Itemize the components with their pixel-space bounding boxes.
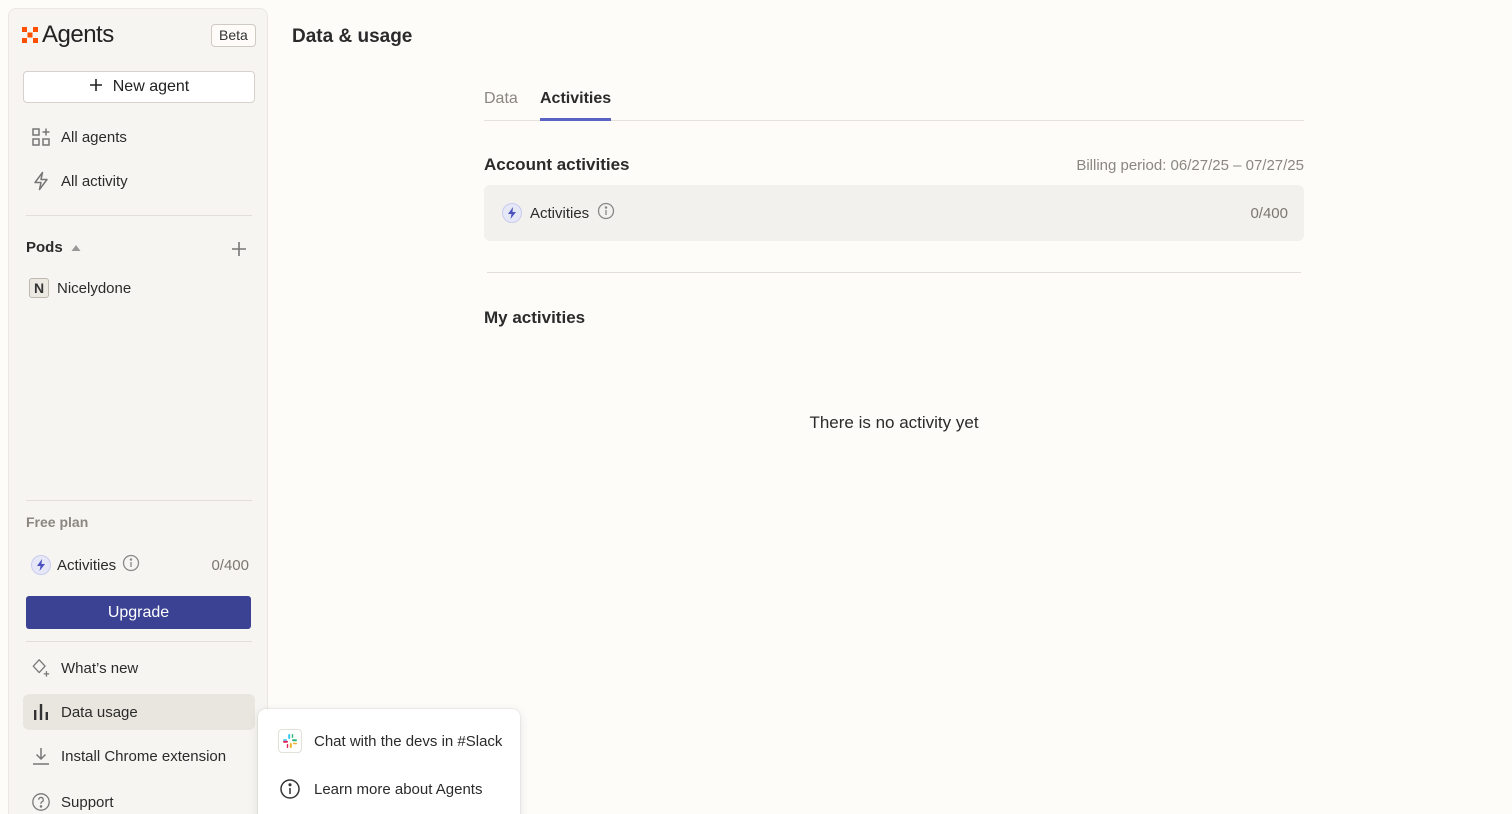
grid-icon (31, 127, 51, 147)
activities-bolt-icon (502, 203, 522, 223)
sidebar-item-whats-new[interactable]: What’s new (23, 650, 255, 686)
info-icon[interactable] (122, 554, 140, 576)
support-menu-popup: Chat with the devs in #Slack Learn more … (258, 709, 520, 814)
plan-title: Free plan (26, 514, 89, 530)
menu-item-slack[interactable]: Chat with the devs in #Slack (278, 729, 502, 753)
sidebar-item-label: Support (61, 793, 114, 811)
menu-item-label: Learn more about Agents (314, 780, 483, 798)
new-agent-button[interactable]: New agent (23, 71, 255, 103)
pod-item-nicelydone[interactable]: N Nicelydone (27, 270, 259, 306)
account-activities-card: Activities 0/400 (484, 185, 1304, 241)
sidebar-item-support[interactable]: Support (23, 784, 255, 814)
caret-up-icon (71, 239, 81, 256)
content-divider (487, 272, 1301, 273)
sidebar-item-label: What’s new (61, 659, 139, 677)
plus-icon (89, 78, 103, 97)
my-activities-title: My activities (484, 308, 586, 327)
menu-item-label: Chat with the devs in #Slack (314, 732, 503, 750)
sidebar-item-label: Data usage (61, 703, 138, 721)
app-logo[interactable]: Agents (22, 21, 114, 49)
empty-state-text: There is no activity yet (809, 413, 979, 432)
sidebar-divider (26, 641, 252, 642)
sidebar-item-data-usage[interactable]: Data usage (23, 694, 255, 730)
sidebar: Agents Beta New agent All agents All act… (8, 8, 268, 814)
account-activities-count: 0/400 (1250, 204, 1288, 222)
pod-avatar: N (29, 278, 49, 298)
sidebar-item-label: All agents (61, 128, 127, 146)
info-icon[interactable] (597, 202, 615, 224)
beta-badge: Beta (211, 24, 256, 47)
bar-chart-icon (31, 702, 51, 722)
menu-item-learn-more[interactable]: Learn more about Agents (278, 777, 482, 801)
help-icon (31, 792, 51, 812)
slack-icon (278, 729, 302, 753)
sidebar-item-label: Install Chrome extension (61, 747, 227, 765)
tab-data[interactable]: Data (484, 90, 518, 121)
bolt-icon (31, 171, 51, 191)
upgrade-button[interactable]: Upgrade (26, 596, 251, 629)
sidebar-item-all-agents[interactable]: All agents (23, 119, 255, 155)
sidebar-divider (26, 500, 252, 501)
info-icon (278, 777, 302, 801)
account-activities-label: Activities (530, 204, 590, 222)
app-name: Agents (42, 21, 114, 48)
tab-activities[interactable]: Activities (540, 90, 612, 121)
sidebar-item-all-activity[interactable]: All activity (23, 163, 255, 199)
plan-activities-label: Activities (57, 556, 117, 574)
plan-activities: Activities 0/400 (31, 554, 249, 576)
sidebar-item-label: All activity (61, 172, 128, 190)
add-pod-button[interactable] (229, 239, 249, 259)
tab-bar: Data Activities (484, 90, 1304, 121)
page-title: Data & usage (292, 26, 413, 47)
sidebar-item-install-chrome-extension[interactable]: Install Chrome extension (23, 738, 255, 774)
account-activities-title: Account activities (484, 155, 630, 174)
new-agent-label: New agent (112, 78, 190, 95)
sidebar-divider (26, 215, 252, 216)
pods-header[interactable]: Pods (26, 239, 81, 256)
pods-title: Pods (26, 239, 63, 256)
download-icon (31, 746, 51, 766)
brand-logo-icon (22, 27, 38, 43)
plan-activities-count: 0/400 (211, 556, 249, 574)
activities-bolt-icon (31, 555, 51, 575)
sparkle-icon (31, 658, 51, 678)
billing-period: Billing period: 06/27/25 – 07/27/25 (1076, 157, 1304, 174)
pod-label: Nicelydone (57, 279, 132, 297)
